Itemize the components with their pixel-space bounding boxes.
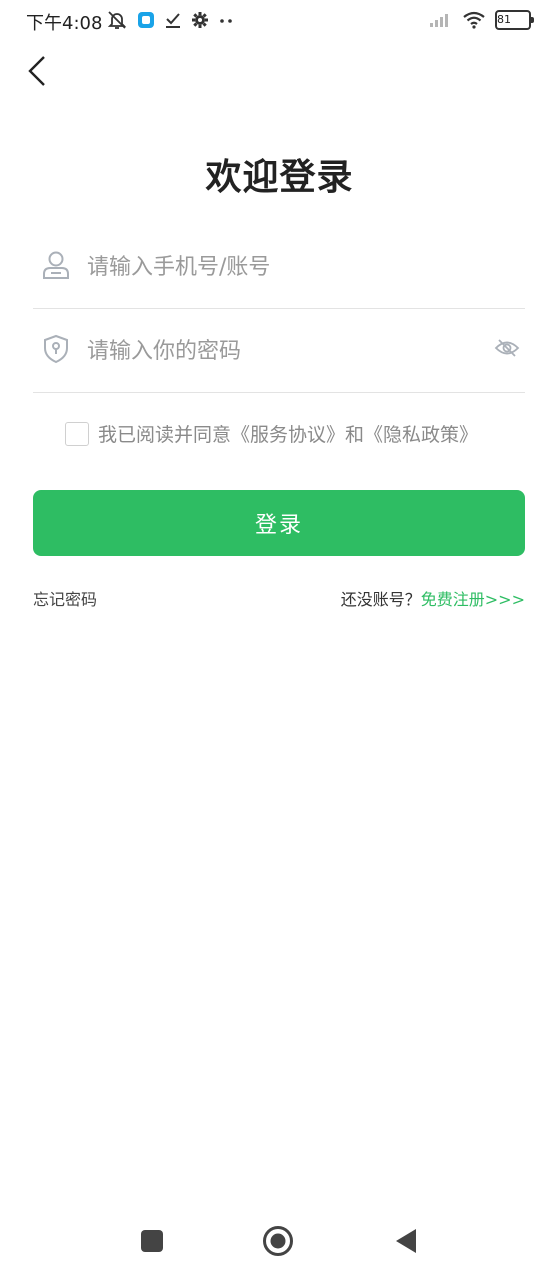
eye-off-icon (494, 337, 520, 363)
status-time: 下午4:08 (26, 13, 103, 34)
user-icon (41, 248, 71, 282)
signal-icon (429, 12, 453, 28)
chevron-left-icon (27, 55, 47, 91)
task-done-icon (164, 11, 182, 29)
more-dots-icon (218, 11, 234, 29)
agreement-checkbox[interactable] (65, 421, 89, 446)
phone-field (33, 224, 525, 309)
register-link[interactable]: 免费注册>>> (421, 590, 525, 609)
no-account-text: 还没账号？ (340, 590, 421, 609)
back-triangle-icon (394, 1228, 418, 1258)
privacy-policy-link[interactable]: 《隐私政策》 (364, 420, 478, 447)
password-visibility-toggle[interactable] (493, 336, 521, 364)
service-agreement-link[interactable]: 《服务协议》 (231, 420, 345, 447)
home-circle-icon (262, 1225, 294, 1261)
page-title: 欢迎登录 (205, 157, 354, 198)
back-nav-button[interactable] (391, 1228, 421, 1258)
home-button[interactable] (262, 1225, 294, 1261)
status-notification-icons (106, 10, 243, 30)
recents-button[interactable] (137, 1228, 167, 1258)
battery-icon: 81 (495, 10, 534, 30)
password-field (33, 308, 525, 393)
mute-icon (106, 10, 128, 30)
agreement-conjunction: 和 (345, 424, 365, 446)
password-input[interactable] (85, 328, 479, 374)
status-bar: 下午4:08 81 (0, 0, 559, 42)
status-system-icons: 81 (420, 10, 534, 30)
shield-lock-icon (41, 332, 71, 366)
agreement-row: 我已阅读并同意 《服务协议》 和 《隐私政策》 (65, 420, 478, 447)
phone-input[interactable] (85, 244, 479, 290)
forgot-password-link[interactable]: 忘记密码 (33, 586, 97, 610)
app-icon (137, 11, 155, 29)
back-button[interactable] (20, 55, 54, 91)
agreement-prefix: 我已阅读并同意 (98, 424, 232, 446)
register-row: 还没账号？免费注册>>> (341, 586, 525, 610)
system-nav-bar (0, 1200, 559, 1280)
settings-gear-icon (191, 11, 209, 29)
login-button[interactable]: 登录 (33, 490, 525, 556)
wifi-icon (462, 11, 486, 29)
recents-square-icon (140, 1229, 164, 1257)
